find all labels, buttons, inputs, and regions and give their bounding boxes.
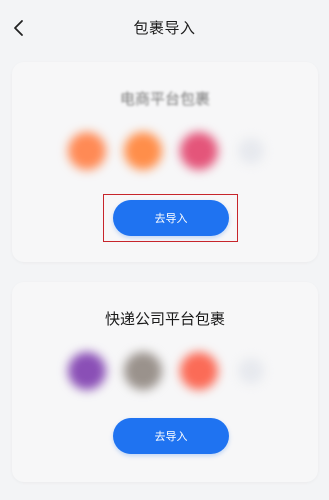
ecommerce-package-card: 电商平台包裹 去导入 [12, 62, 318, 262]
more-couriers-icon [238, 358, 264, 384]
platform-logo [180, 132, 218, 170]
courier-logo [180, 352, 218, 390]
courier-logo-row [12, 352, 318, 392]
platform-logo [124, 132, 162, 170]
import-button[interactable]: 去导入 [113, 200, 229, 236]
courier-package-card: 快递公司平台包裹 去导入 [12, 282, 318, 482]
card-title: 电商平台包裹 [119, 90, 210, 108]
more-platforms-icon [238, 138, 264, 164]
platform-logo [68, 132, 106, 170]
courier-logo [124, 352, 162, 390]
card-title: 快递公司平台包裹 [104, 310, 225, 328]
platform-logo-row [12, 132, 318, 172]
import-button[interactable]: 去导入 [113, 418, 229, 454]
nav-bar: 包裹导入 [0, 0, 329, 56]
courier-logo [68, 352, 106, 390]
page-title: 包裹导入 [133, 19, 196, 37]
